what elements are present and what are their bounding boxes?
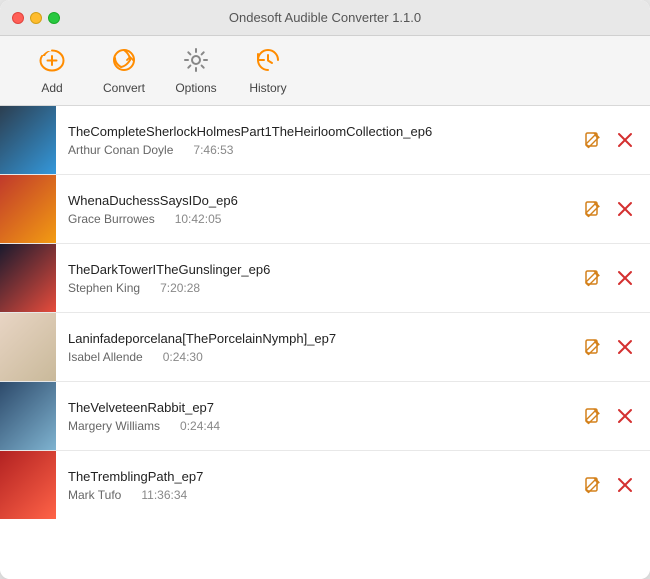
book-row: Laninfadeporcelana[ThePorcelainNymph]_ep… xyxy=(0,313,650,382)
book-cover xyxy=(0,382,56,450)
edit-button[interactable] xyxy=(580,472,606,498)
options-icon xyxy=(182,46,210,78)
book-duration: 0:24:30 xyxy=(163,350,203,364)
book-info: TheTremblingPath_ep7 Mark Tufo 11:36:34 xyxy=(56,451,568,519)
options-button[interactable]: Options xyxy=(160,42,232,99)
maximize-button[interactable] xyxy=(48,12,60,24)
convert-icon xyxy=(110,46,138,78)
window-title: Ondesoft Audible Converter 1.1.0 xyxy=(229,10,421,25)
title-bar: Ondesoft Audible Converter 1.1.0 xyxy=(0,0,650,36)
add-label: Add xyxy=(41,81,62,95)
book-title: TheCompleteSherlockHolmesPart1TheHeirloo… xyxy=(68,124,556,139)
delete-button[interactable] xyxy=(612,403,638,429)
book-cover xyxy=(0,106,56,174)
edit-button[interactable] xyxy=(580,334,606,360)
book-author: Stephen King xyxy=(68,281,140,295)
book-info: Laninfadeporcelana[ThePorcelainNymph]_ep… xyxy=(56,313,568,381)
book-row: TheTremblingPath_ep7 Mark Tufo 11:36:34 xyxy=(0,451,650,519)
book-actions xyxy=(568,382,650,450)
book-info: TheCompleteSherlockHolmesPart1TheHeirloo… xyxy=(56,106,568,174)
delete-button[interactable] xyxy=(612,265,638,291)
cover-image xyxy=(0,313,56,381)
close-button[interactable] xyxy=(12,12,24,24)
book-duration: 10:42:05 xyxy=(175,212,222,226)
book-author: Margery Williams xyxy=(68,419,160,433)
book-row: TheCompleteSherlockHolmesPart1TheHeirloo… xyxy=(0,106,650,175)
book-actions xyxy=(568,106,650,174)
book-title: WhenaDuchessSaysIDo_ep6 xyxy=(68,193,556,208)
delete-icon xyxy=(616,407,634,425)
book-actions xyxy=(568,313,650,381)
book-title: Laninfadeporcelana[ThePorcelainNymph]_ep… xyxy=(68,331,556,346)
cover-image xyxy=(0,175,56,243)
edit-button[interactable] xyxy=(580,265,606,291)
options-label: Options xyxy=(175,81,216,95)
delete-icon xyxy=(616,131,634,149)
cover-image xyxy=(0,451,56,519)
cover-image xyxy=(0,244,56,312)
book-author: Grace Burrowes xyxy=(68,212,155,226)
book-author: Mark Tufo xyxy=(68,488,121,502)
book-duration: 0:24:44 xyxy=(180,419,220,433)
history-button[interactable]: History xyxy=(232,42,304,99)
book-duration: 11:36:34 xyxy=(141,488,187,502)
book-meta: Margery Williams 0:24:44 xyxy=(68,419,556,433)
edit-button[interactable] xyxy=(580,403,606,429)
book-author: Isabel Allende xyxy=(68,350,143,364)
delete-button[interactable] xyxy=(612,127,638,153)
book-meta: Mark Tufo 11:36:34 xyxy=(68,488,556,502)
delete-icon xyxy=(616,200,634,218)
book-info: TheVelveteenRabbit_ep7 Margery Williams … xyxy=(56,382,568,450)
convert-button[interactable]: Convert xyxy=(88,42,160,99)
edit-icon xyxy=(584,338,602,356)
history-label: History xyxy=(249,81,286,95)
book-meta: Arthur Conan Doyle 7:46:53 xyxy=(68,143,556,157)
book-info: TheDarkTowerITheGunslinger_ep6 Stephen K… xyxy=(56,244,568,312)
toolbar: Add Convert Opt xyxy=(0,36,650,106)
book-cover xyxy=(0,244,56,312)
book-cover xyxy=(0,451,56,519)
edit-icon xyxy=(584,407,602,425)
cover-image xyxy=(0,106,56,174)
minimize-button[interactable] xyxy=(30,12,42,24)
delete-button[interactable] xyxy=(612,196,638,222)
book-title: TheTremblingPath_ep7 xyxy=(68,469,556,484)
app-window: Ondesoft Audible Converter 1.1.0 Add xyxy=(0,0,650,579)
book-meta: Grace Burrowes 10:42:05 xyxy=(68,212,556,226)
traffic-lights xyxy=(12,12,60,24)
delete-icon xyxy=(616,269,634,287)
edit-icon xyxy=(584,269,602,287)
book-cover xyxy=(0,313,56,381)
edit-button[interactable] xyxy=(580,196,606,222)
book-actions xyxy=(568,451,650,519)
delete-icon xyxy=(616,338,634,356)
book-duration: 7:20:28 xyxy=(160,281,200,295)
history-icon xyxy=(254,46,282,78)
book-cover xyxy=(0,175,56,243)
book-actions xyxy=(568,175,650,243)
book-duration: 7:46:53 xyxy=(193,143,233,157)
edit-button[interactable] xyxy=(580,127,606,153)
delete-button[interactable] xyxy=(612,472,638,498)
edit-icon xyxy=(584,200,602,218)
edit-icon xyxy=(584,476,602,494)
convert-label: Convert xyxy=(103,81,145,95)
book-row: TheDarkTowerITheGunslinger_ep6 Stephen K… xyxy=(0,244,650,313)
book-meta: Stephen King 7:20:28 xyxy=(68,281,556,295)
book-title: TheVelveteenRabbit_ep7 xyxy=(68,400,556,415)
delete-button[interactable] xyxy=(612,334,638,360)
book-row: WhenaDuchessSaysIDo_ep6 Grace Burrowes 1… xyxy=(0,175,650,244)
book-info: WhenaDuchessSaysIDo_ep6 Grace Burrowes 1… xyxy=(56,175,568,243)
book-list: TheCompleteSherlockHolmesPart1TheHeirloo… xyxy=(0,106,650,579)
book-meta: Isabel Allende 0:24:30 xyxy=(68,350,556,364)
edit-icon xyxy=(584,131,602,149)
book-title: TheDarkTowerITheGunslinger_ep6 xyxy=(68,262,556,277)
delete-icon xyxy=(616,476,634,494)
book-actions xyxy=(568,244,650,312)
add-button[interactable]: Add xyxy=(16,42,88,99)
book-author: Arthur Conan Doyle xyxy=(68,143,173,157)
book-row: TheVelveteenRabbit_ep7 Margery Williams … xyxy=(0,382,650,451)
cover-image xyxy=(0,382,56,450)
add-icon xyxy=(38,46,66,78)
